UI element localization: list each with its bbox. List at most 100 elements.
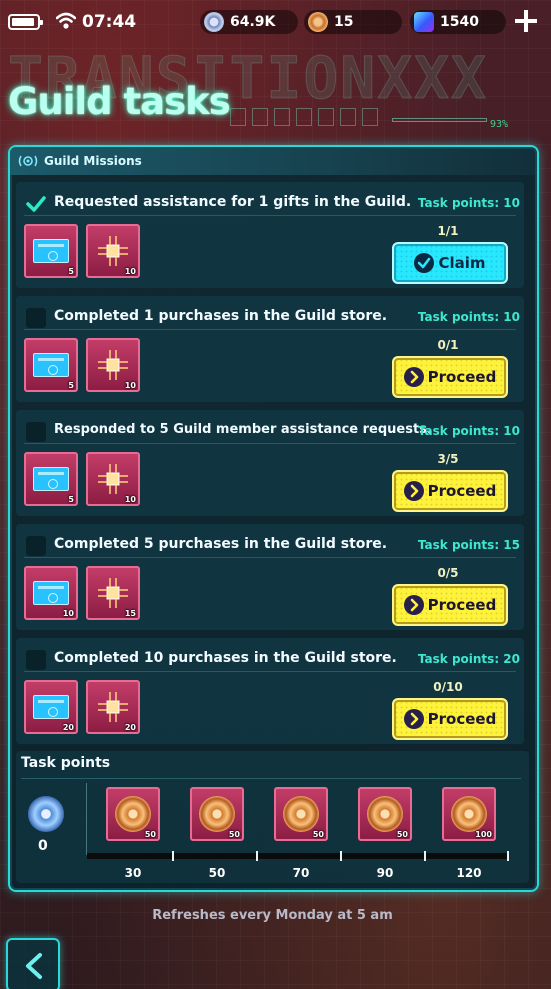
task-item: Completed 10 purchases in the Guild stor…: [16, 638, 524, 744]
decorative-bars: [230, 108, 378, 126]
milestone-tick: [172, 851, 174, 861]
task-checkbox: [26, 194, 46, 214]
task-progress: 0/1: [437, 338, 459, 352]
ticket-icon: [33, 353, 69, 377]
milestone-points: 120: [456, 866, 482, 880]
battery-icon: [8, 14, 43, 30]
bronze-coin-icon: [308, 12, 328, 32]
add-currency-button[interactable]: [513, 8, 539, 34]
chip-icon: [98, 464, 128, 494]
task-points-current: 0: [38, 838, 48, 854]
milestone-reward[interactable]: 50: [190, 787, 244, 841]
refresh-notice: Refreshes every Monday at 5 am: [152, 908, 393, 923]
panel-title: Guild Missions: [44, 154, 142, 168]
reward-qty: 5: [68, 381, 74, 390]
button-label: Proceed: [427, 368, 497, 386]
task-points-label: Task points: 15: [417, 538, 520, 552]
milestone-tick: [256, 851, 258, 861]
status-bar: 07:44 64.9K 15 1540: [0, 0, 551, 44]
page-title: Guild tasks: [8, 80, 231, 123]
gear-coin-icon: [204, 12, 224, 32]
milestone-reward[interactable]: 50: [358, 787, 412, 841]
reward-ticket[interactable]: 5: [24, 224, 78, 278]
claim-button[interactable]: Claim: [392, 242, 508, 284]
divider: [24, 671, 516, 672]
check-circle-icon: [414, 253, 435, 273]
milestone-reward[interactable]: 100: [442, 787, 496, 841]
back-button[interactable]: [6, 938, 60, 989]
bronze-coin-icon: [115, 796, 151, 832]
reward-ticket[interactable]: 20: [24, 680, 78, 734]
chip-icon: [98, 236, 128, 266]
task-points-label: Task points: 10: [417, 310, 520, 324]
task-progress: 3/5: [437, 452, 459, 466]
reward-chip[interactable]: 20: [86, 680, 140, 734]
button-label: Proceed: [427, 482, 497, 500]
wifi-icon: [56, 12, 76, 29]
chip-icon: [98, 692, 128, 722]
guild-missions-panel: Guild Missions Requested assistance for …: [8, 145, 539, 892]
milestone-reward[interactable]: 50: [106, 787, 160, 841]
reward-ticket[interactable]: 5: [24, 452, 78, 506]
milestone-tick: [424, 851, 426, 861]
proceed-button[interactable]: Proceed: [392, 470, 508, 512]
bronze-coin-icon: [451, 796, 487, 832]
bronze-coin-icon: [283, 796, 319, 832]
button-label: Claim: [438, 254, 486, 272]
task-points-progress-bar: [87, 853, 509, 859]
clock: 07:44: [82, 12, 137, 32]
gem-icon: [414, 12, 434, 32]
reward-qty: 50: [396, 830, 408, 839]
task-progress: 1/1: [437, 224, 459, 238]
proceed-button[interactable]: Proceed: [392, 584, 508, 626]
arrow-right-icon: [403, 709, 424, 729]
reward-qty: 10: [62, 609, 74, 618]
arrow-right-icon: [403, 595, 424, 615]
decorative-percent: 93%: [490, 119, 509, 130]
decorative-line: [392, 118, 487, 122]
reward-qty: 10: [124, 495, 136, 504]
milestone-points: 90: [376, 866, 394, 880]
divider: [24, 329, 516, 330]
currency-gear-coin[interactable]: 64.9K: [200, 10, 298, 34]
task-checkbox: [26, 536, 46, 556]
divider: [24, 557, 516, 558]
reward-chip[interactable]: 10: [86, 224, 140, 278]
reward-chip[interactable]: 10: [86, 338, 140, 392]
reward-ticket[interactable]: 5: [24, 338, 78, 392]
task-description: Completed 10 purchases in the Guild stor…: [54, 650, 397, 666]
arrow-right-icon: [403, 481, 424, 501]
proceed-button[interactable]: Proceed: [392, 356, 508, 398]
task-item: Completed 1 purchases in the Guild store…: [16, 296, 524, 402]
reward-qty: 5: [68, 495, 74, 504]
proceed-button[interactable]: Proceed: [392, 698, 508, 740]
divider: [21, 778, 521, 779]
task-points-label: Task points: 20: [417, 652, 520, 666]
chip-icon: [98, 578, 128, 608]
currency-gem[interactable]: 1540: [410, 10, 506, 34]
task-description: Requested assistance for 1 gifts in the …: [54, 194, 412, 210]
milestone-points: 70: [292, 866, 310, 880]
milestone-tick: [340, 851, 342, 861]
button-label: Proceed: [427, 710, 497, 728]
divider: [24, 215, 516, 216]
arrow-right-icon: [403, 367, 424, 387]
reward-qty: 50: [228, 830, 240, 839]
mission-icon: [18, 155, 38, 167]
reward-qty: 10: [124, 381, 136, 390]
bronze-coin-icon: [199, 796, 235, 832]
task-points-section: Task points 0 50 30 50 50 50 70 50 90 10…: [16, 751, 529, 883]
task-points-label: Task points: 10: [417, 424, 520, 438]
currency-bronze-coin[interactable]: 15: [304, 10, 402, 34]
task-description: Completed 5 purchases in the Guild store…: [54, 536, 388, 552]
task-points-label: Task points: 10: [417, 196, 520, 210]
ticket-icon: [33, 695, 69, 719]
reward-qty: 5: [68, 267, 74, 276]
milestone-reward[interactable]: 50: [274, 787, 328, 841]
reward-ticket[interactable]: 10: [24, 566, 78, 620]
reward-chip[interactable]: 10: [86, 452, 140, 506]
reward-chip[interactable]: 15: [86, 566, 140, 620]
task-description: Completed 1 purchases in the Guild store…: [54, 308, 388, 324]
milestone-points: 30: [124, 866, 142, 880]
checkmark-icon: [26, 196, 46, 212]
